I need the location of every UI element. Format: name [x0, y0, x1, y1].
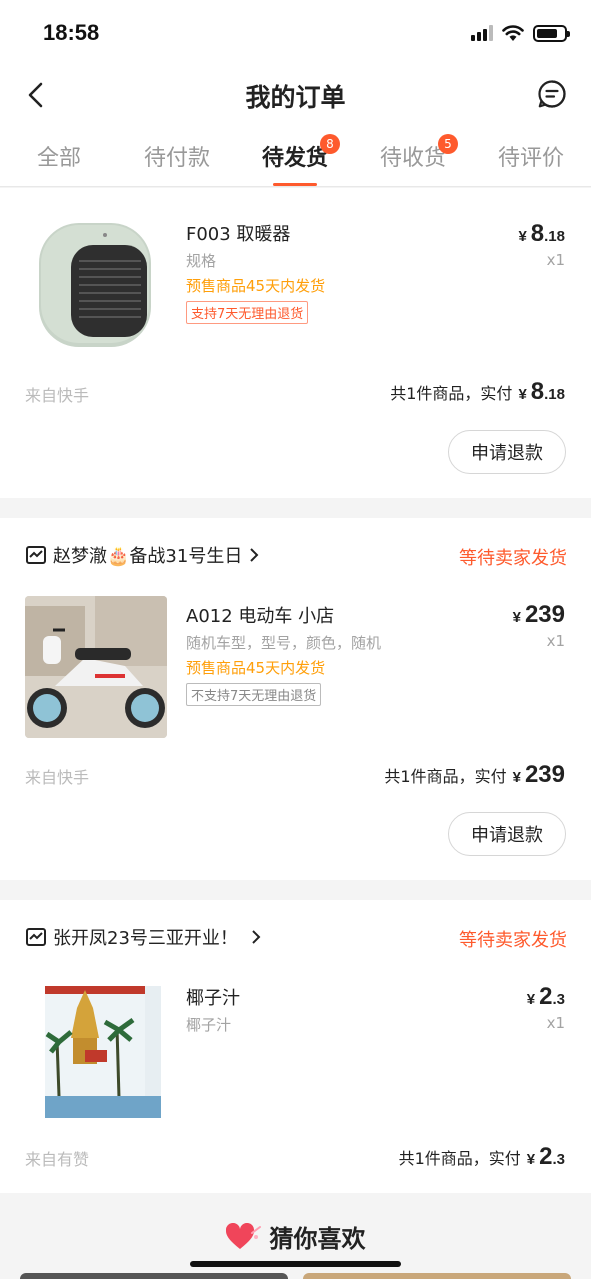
tab-label: 待评价 [497, 146, 564, 171]
status-time: 18:58 [43, 20, 100, 45]
currency-symbol: ¥ [512, 609, 521, 626]
price-integer: 2 [539, 983, 553, 1010]
message-icon[interactable] [537, 79, 567, 109]
price-integer: 8 [530, 378, 545, 405]
quantity: x1 [546, 632, 565, 650]
total-price: ¥8.18 [518, 378, 565, 406]
price-decimal: .3 [552, 991, 565, 1008]
product-spec: 随机车型，型号，颜色，随机 [186, 634, 382, 652]
order-status: 等待卖家发货 [459, 930, 567, 951]
nav-bar: 我的订单 [0, 66, 591, 124]
shop-link[interactable]: 张开凤23号三亚开业！ [25, 922, 262, 952]
refund-button[interactable]: 申请退款 [448, 430, 566, 474]
order-card[interactable]: 赵梦澈🎂备战31号生日 等待卖家发货 A012 电动车 小店 随机车型，型号，颜… [0, 518, 591, 880]
product-spec: 椰子汁 [186, 1016, 232, 1034]
heart-icon [225, 1222, 261, 1249]
order-source: 来自有赞 [25, 1150, 90, 1169]
tab-pending-receipt[interactable]: 待收货 5 [354, 134, 472, 172]
product-name[interactable]: F003 取暖器 [186, 220, 290, 246]
tab-label: 待付款 [143, 146, 210, 171]
return-policy-tag: 不支持7天无理由退货 [186, 683, 322, 706]
shop-name: 赵梦澈🎂备战31号生日 [53, 546, 243, 567]
presale-notice: 预售商品45天内发货 [186, 659, 326, 677]
currency-symbol: ¥ [526, 1151, 536, 1168]
quantity: x1 [546, 1014, 565, 1032]
price-decimal: .18 [544, 228, 565, 245]
price-integer: 8 [530, 220, 545, 247]
presale-notice: 预售商品45天内发货 [186, 277, 326, 295]
product-image-heater [25, 213, 167, 355]
product-name[interactable]: 椰子汁 [186, 984, 240, 1010]
product-image-ebike [25, 596, 167, 738]
recommend-header: 猜你喜欢 [0, 1219, 591, 1254]
tab-pending-review[interactable]: 待评价 [472, 140, 590, 172]
count-badge: 8 [320, 134, 340, 154]
tab-pending-payment[interactable]: 待付款 [118, 140, 236, 172]
home-indicator[interactable] [190, 1261, 401, 1267]
return-policy-tag: 支持7天无理由退货 [186, 301, 309, 324]
tab-pending-shipment[interactable]: 待发货 8 [236, 134, 354, 172]
tab-label: 待收货 [379, 146, 446, 171]
summary-label: 共1件商品，实付 [398, 1149, 521, 1168]
price-integer: 239 [524, 601, 565, 628]
battery-icon [533, 24, 570, 42]
currency-symbol: ¥ [518, 228, 527, 245]
recommend-title: 猜你喜欢 [269, 1225, 366, 1253]
recommend-card-peek[interactable] [303, 1273, 571, 1279]
summary-label: 共1件商品，实付 [390, 384, 513, 403]
chevron-right-icon [252, 930, 261, 944]
order-tabs: 全部 待付款 待发货 8 待收货 5 待评价 [0, 124, 591, 187]
price-integer: 239 [524, 761, 565, 788]
tab-label: 全部 [36, 146, 81, 171]
currency-symbol: ¥ [512, 769, 521, 786]
chevron-right-icon [250, 548, 259, 562]
order-source: 来自快手 [25, 768, 90, 787]
product-image-coconut-juice [25, 978, 167, 1120]
status-bar: 18:58 [0, 0, 591, 66]
cellular-signal-icon [471, 25, 493, 41]
product-spec: 规格 [186, 252, 217, 270]
order-source: 来自快手 [25, 386, 90, 405]
quantity: x1 [546, 251, 565, 269]
order-summary: 共1件商品，实付 ¥8.18 [390, 378, 565, 406]
tab-label: 待发货 [261, 146, 328, 171]
product-name[interactable]: A012 电动车 小店 [186, 602, 334, 628]
total-price: ¥2.3 [527, 1143, 565, 1171]
summary-label: 共1件商品，实付 [384, 767, 507, 786]
recommend-section: 猜你喜欢 [0, 1193, 591, 1279]
count-badge: 5 [438, 134, 458, 154]
currency-symbol: ¥ [518, 386, 527, 403]
order-summary: 共1件商品，实付 ¥2.3 [399, 1143, 565, 1171]
wifi-icon [502, 25, 524, 41]
tab-all[interactable]: 全部 [0, 140, 118, 172]
status-icons [471, 24, 570, 42]
order-card[interactable]: 张开凤23号三亚开业！ 等待卖家发货 椰子汁 椰子汁 ¥2.3 x1 来自有赞 … [0, 900, 591, 1193]
page-title: 我的订单 [245, 83, 346, 112]
price-integer: 2 [539, 1143, 553, 1170]
recommend-card-peek[interactable] [20, 1273, 288, 1279]
shop-icon [26, 546, 46, 564]
total-price: ¥239 [513, 761, 565, 789]
active-tab-indicator [273, 183, 317, 186]
shop-name: 张开凤23号三亚开业！ [53, 928, 238, 949]
refund-button[interactable]: 申请退款 [448, 812, 566, 856]
price-decimal: .3 [552, 1151, 565, 1168]
order-card[interactable]: F003 取暖器 规格 预售商品45天内发货 支持7天无理由退货 ¥8.18 x… [0, 188, 591, 498]
shop-link[interactable]: 赵梦澈🎂备战31号生日 [25, 540, 260, 570]
order-status: 等待卖家发货 [459, 548, 567, 569]
product-price: ¥8.18 [518, 220, 565, 248]
order-summary: 共1件商品，实付 ¥239 [384, 761, 565, 789]
product-price: ¥2.3 [527, 983, 565, 1011]
product-price: ¥239 [513, 601, 565, 629]
shop-icon [26, 928, 46, 946]
currency-symbol: ¥ [526, 991, 536, 1008]
price-decimal: .18 [544, 386, 565, 403]
